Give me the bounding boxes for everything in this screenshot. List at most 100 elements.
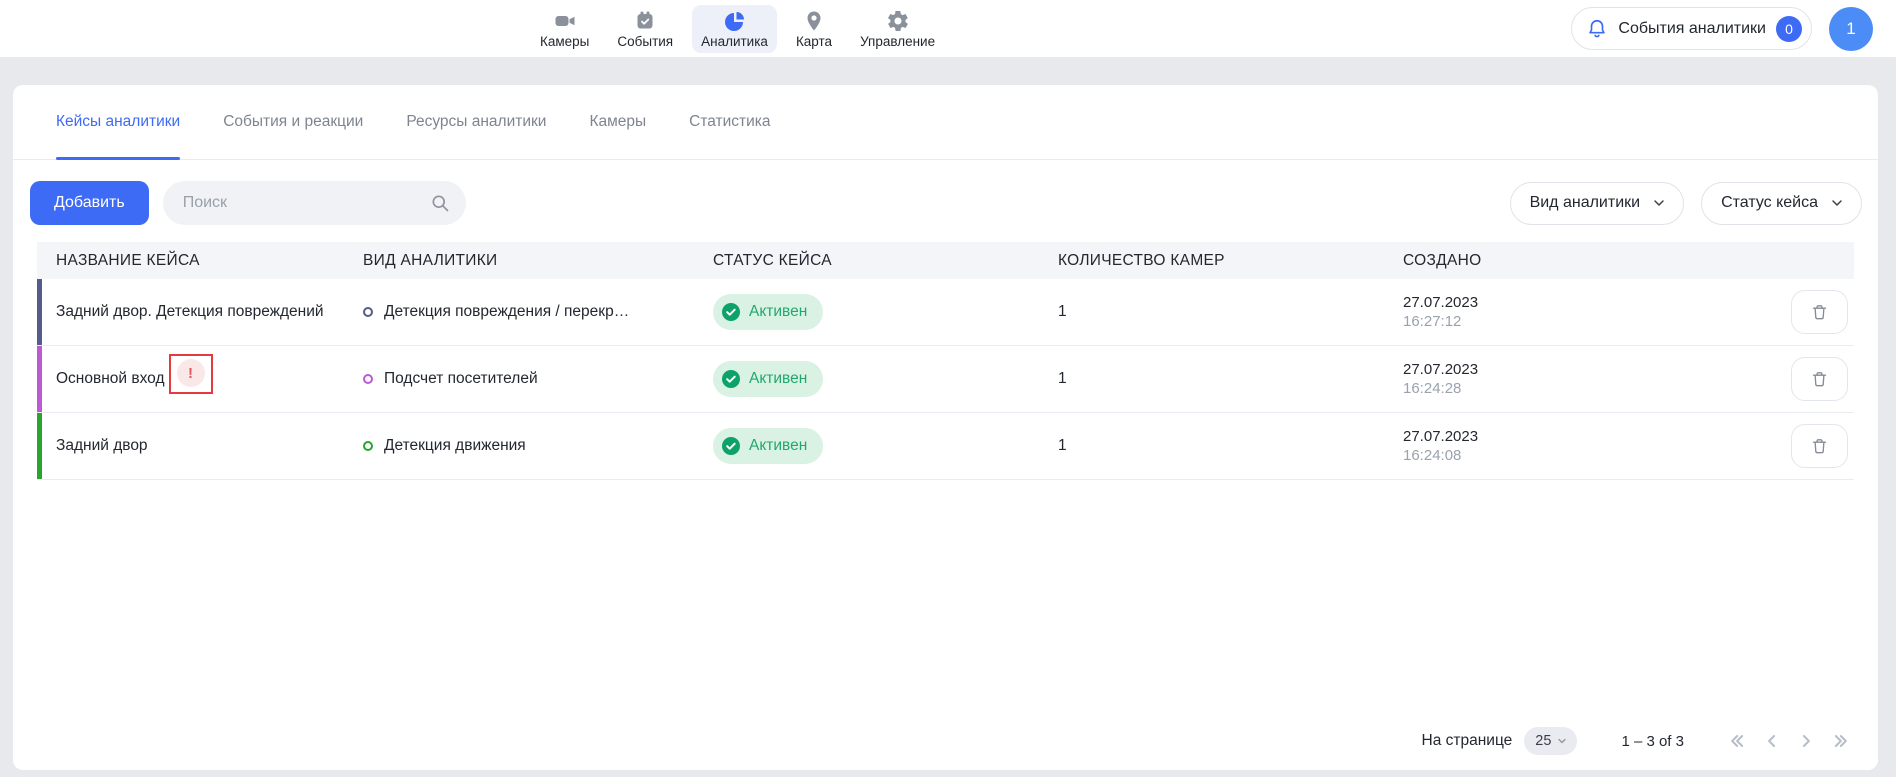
case-name-cell: Задний двор [37, 437, 363, 455]
status-badge: Активен [713, 294, 823, 330]
created-date: 27.07.2023 [1403, 294, 1478, 311]
trash-icon [1810, 303, 1829, 322]
avatar[interactable]: 1 [1829, 7, 1873, 51]
range-label: 1 – 3 of 3 [1621, 733, 1684, 750]
camera-count-cell: 1 [1058, 437, 1403, 455]
nav-item-management[interactable]: Управление [851, 5, 944, 53]
per-page-value: 25 [1535, 733, 1551, 749]
tab-analytics-cases[interactable]: Кейсы аналитики [56, 85, 180, 159]
row-accent-bar [37, 279, 42, 345]
calendar-check-icon [633, 9, 657, 33]
search-input[interactable] [183, 194, 430, 212]
table-row[interactable]: Задний двор Детекция движения Активен 1 … [37, 413, 1854, 480]
header-right: События аналитики 0 1 [1571, 7, 1873, 51]
created-time: 16:24:08 [1403, 447, 1461, 464]
prev-page-button[interactable] [1762, 731, 1782, 751]
cases-table: НАЗВАНИЕ КЕЙСА ВИД АНАЛИТИКИ СТАТУС КЕЙС… [37, 242, 1854, 480]
analytics-events-button[interactable]: События аналитики 0 [1571, 7, 1812, 50]
nav-label-management: Управление [860, 34, 935, 49]
analytics-type-label: Детекция повреждения / перекр… [384, 303, 629, 321]
pagination-footer: На странице 25 1 – 3 of 3 [13, 712, 1878, 770]
table-header: НАЗВАНИЕ КЕЙСА ВИД АНАЛИТИКИ СТАТУС КЕЙС… [37, 242, 1854, 279]
column-header-case-status: СТАТУС КЕЙСА [713, 252, 1058, 270]
nav-item-events[interactable]: События [608, 5, 682, 53]
per-page-control: На странице 25 [1422, 727, 1578, 755]
created-time: 16:27:12 [1403, 313, 1461, 330]
case-name: Основной вход [56, 370, 165, 388]
last-page-button[interactable] [1830, 731, 1850, 751]
pager [1728, 731, 1850, 751]
delete-button[interactable] [1791, 290, 1848, 334]
status-label: Активен [749, 437, 807, 455]
actions-cell [1753, 290, 1854, 334]
search-icon[interactable] [430, 193, 450, 213]
tab-statistics[interactable]: Статистика [689, 85, 770, 159]
nav-label-events: События [617, 34, 673, 49]
column-header-analytics-type: ВИД АНАЛИТИКИ [363, 252, 713, 270]
pie-chart-icon [723, 9, 747, 33]
tab-cameras[interactable]: Камеры [589, 85, 646, 159]
add-button[interactable]: Добавить [30, 181, 149, 225]
tab-analytics-resources[interactable]: Ресурсы аналитики [406, 85, 546, 159]
tab-bar: Кейсы аналитики События и реакции Ресурс… [13, 85, 1878, 160]
analytics-type-icon [363, 374, 373, 384]
analytics-panel: Кейсы аналитики События и реакции Ресурс… [13, 85, 1878, 770]
created-cell: 27.07.2023 16:24:08 [1403, 428, 1753, 464]
nav-item-map[interactable]: Карта [787, 5, 841, 53]
row-accent-bar [37, 413, 42, 479]
case-name: Задний двор. Детекция повреждений [56, 303, 324, 321]
filters: Вид аналитики Статус кейса [1510, 182, 1862, 225]
first-page-button[interactable] [1728, 731, 1748, 751]
created-date: 27.07.2023 [1403, 428, 1478, 445]
warning-icon: ! [177, 359, 205, 387]
nav-label-map: Карта [796, 34, 832, 49]
check-icon [721, 369, 741, 389]
table-row[interactable]: Основной вход ! Подсчет посетителей Акти… [37, 346, 1854, 413]
events-count-badge: 0 [1776, 16, 1802, 42]
nav-item-cameras[interactable]: Камеры [531, 5, 598, 53]
case-status-filter[interactable]: Статус кейса [1701, 182, 1862, 225]
toolbar: Добавить Вид аналитики Статус кейса [13, 160, 1878, 225]
analytics-type-label: Детекция движения [384, 437, 526, 455]
next-page-button[interactable] [1796, 731, 1816, 751]
chevron-right-icon [1796, 731, 1816, 751]
camera-icon [553, 9, 577, 33]
analytics-type-cell: Детекция повреждения / перекр… [363, 303, 713, 321]
per-page-select[interactable]: 25 [1524, 727, 1577, 755]
bell-icon [1586, 18, 1608, 40]
chevron-left-icon [1762, 731, 1782, 751]
main-nav: Камеры События Аналитика Карта Управлени [531, 0, 944, 58]
nav-label-cameras: Камеры [540, 34, 589, 49]
case-name-cell: Основной вход ! [37, 359, 363, 399]
analytics-type-label: Подсчет посетителей [384, 370, 538, 388]
analytics-type-icon [363, 441, 373, 451]
created-cell: 27.07.2023 16:24:28 [1403, 361, 1753, 397]
status-label: Активен [749, 303, 807, 321]
tab-events-reactions[interactable]: События и реакции [223, 85, 363, 159]
status-label: Активен [749, 370, 807, 388]
search-box [163, 181, 466, 225]
camera-count-cell: 1 [1058, 370, 1403, 388]
map-pin-icon [802, 9, 826, 33]
case-name-cell: Задний двор. Детекция повреждений [37, 303, 363, 321]
case-name: Задний двор [56, 437, 148, 455]
analytics-type-filter[interactable]: Вид аналитики [1510, 182, 1685, 225]
analytics-events-label: События аналитики [1618, 20, 1766, 38]
nav-item-analytics[interactable]: Аналитика [692, 5, 777, 53]
column-header-created: СОЗДАНО [1403, 252, 1753, 270]
created-cell: 27.07.2023 16:27:12 [1403, 294, 1753, 330]
created-date: 27.07.2023 [1403, 361, 1478, 378]
chevron-down-icon [1556, 735, 1568, 747]
column-header-camera-count: КОЛИЧЕСТВО КАМЕР [1058, 252, 1403, 270]
table-row[interactable]: Задний двор. Детекция повреждений Детекц… [37, 279, 1854, 346]
delete-button[interactable] [1791, 424, 1848, 468]
actions-cell [1753, 357, 1854, 401]
actions-cell [1753, 424, 1854, 468]
status-badge: Активен [713, 361, 823, 397]
analytics-type-icon [363, 307, 373, 317]
delete-button[interactable] [1791, 357, 1848, 401]
analytics-type-cell: Подсчет посетителей [363, 370, 713, 388]
analytics-type-cell: Детекция движения [363, 437, 713, 455]
nav-label-analytics: Аналитика [701, 34, 768, 49]
check-icon [721, 302, 741, 322]
